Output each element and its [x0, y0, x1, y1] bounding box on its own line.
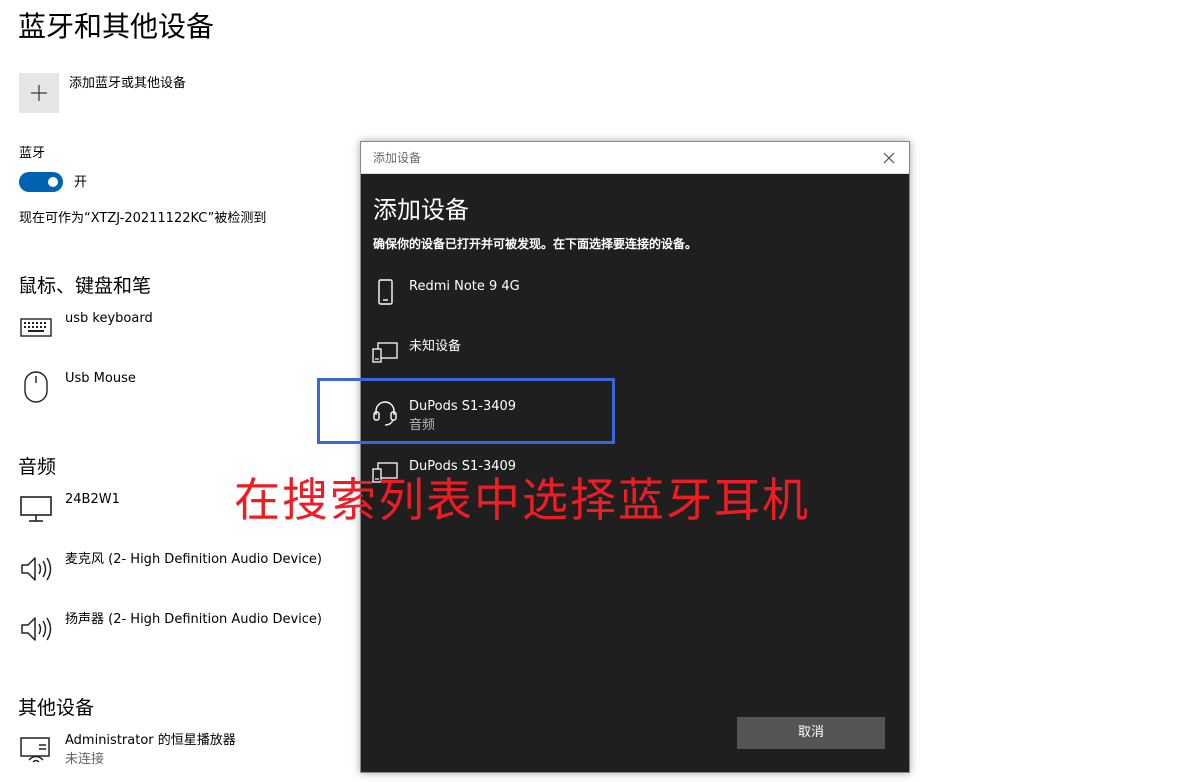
keyboard-icon — [20, 318, 52, 337]
dialog-item-redmi[interactable]: Redmi Note 9 4G — [409, 278, 520, 296]
dialog-description: 确保你的设备已打开并可被发现。在下面选择要连接的设备。 — [373, 237, 698, 251]
generic-device-icon — [372, 342, 398, 363]
device-status: 未连接 — [65, 752, 105, 767]
section-title-other: 其他设备 — [18, 697, 95, 719]
phone-icon — [378, 279, 393, 305]
add-device-dialog: 添加设备 添加设备 确保你的设备已打开并可被发现。在下面选择要连接的设备。 Re… — [360, 141, 910, 773]
dialog-item-unknown[interactable]: 未知设备 — [409, 338, 461, 356]
device-name-mouse[interactable]: Usb Mouse — [65, 370, 136, 388]
highlight-box — [317, 378, 615, 444]
mouse-icon — [24, 371, 48, 403]
close-icon[interactable] — [879, 148, 899, 168]
toggle-state-label: 开 — [74, 175, 88, 190]
device-name-speaker[interactable]: 扬声器 (2- High Definition Audio Device) — [65, 611, 322, 629]
bluetooth-toggle[interactable] — [19, 172, 63, 192]
cancel-button[interactable]: 取消 — [737, 717, 885, 749]
dialog-heading: 添加设备 — [373, 196, 469, 224]
speaker-icon — [21, 557, 52, 581]
dialog-titlebar[interactable]: 添加设备 — [361, 142, 909, 174]
device-name-microphone[interactable]: 麦克风 (2- High Definition Audio Device) — [65, 551, 322, 569]
section-title-audio: 音频 — [18, 456, 57, 478]
speaker-icon — [21, 617, 52, 641]
device-name-media-player[interactable]: Administrator 的恒星播放器 — [65, 732, 236, 750]
plus-icon — [31, 85, 47, 101]
section-title-input: 鼠标、键盘和笔 — [18, 275, 152, 297]
device-name-keyboard[interactable]: usb keyboard — [65, 310, 153, 328]
add-device-label[interactable]: 添加蓝牙或其他设备 — [69, 75, 186, 93]
dialog-window-title: 添加设备 — [373, 151, 422, 165]
bluetooth-label: 蓝牙 — [19, 146, 46, 161]
device-name-monitor[interactable]: 24B2W1 — [65, 491, 120, 509]
media-device-icon — [20, 737, 50, 763]
annotation-text: 在搜索列表中选择蓝牙耳机 — [234, 473, 810, 527]
monitor-icon — [20, 496, 52, 522]
page-title: 蓝牙和其他设备 — [18, 10, 215, 43]
add-device-button[interactable] — [19, 73, 59, 113]
discoverable-text: 现在可作为“XTZJ-20211122KC”被检测到 — [19, 211, 267, 226]
